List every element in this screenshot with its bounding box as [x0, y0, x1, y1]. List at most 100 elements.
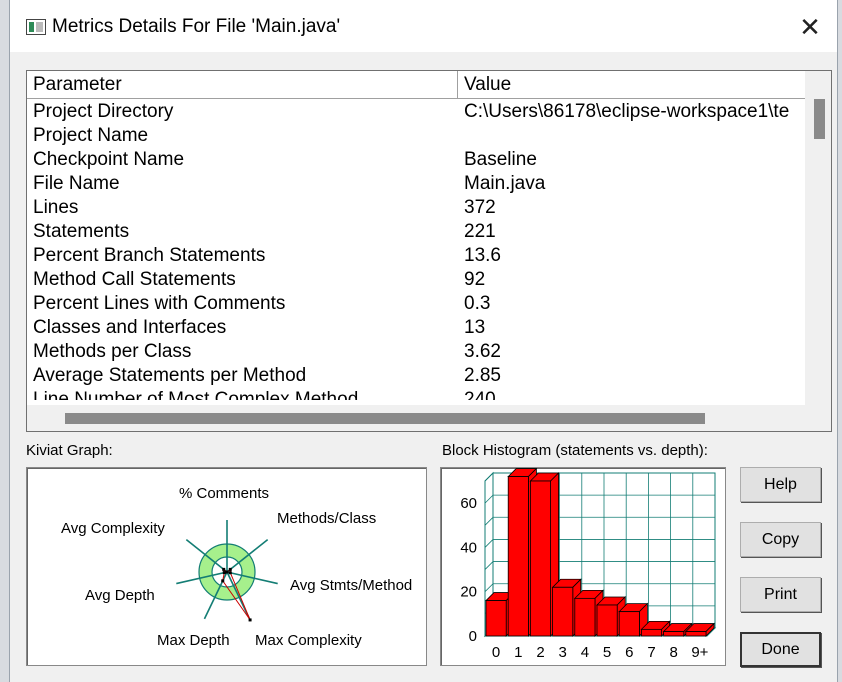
done-button[interactable]: Done: [740, 632, 821, 667]
value-cell: 2.85: [464, 365, 501, 386]
value-cell: Baseline: [464, 149, 537, 170]
histogram-bar: [574, 597, 596, 637]
block-histogram-canvas: 0 1 2 3 4 5 6 7 8 9+0204060: [460, 467, 717, 661]
histogram-label: Block Histogram (statements vs. depth):: [442, 442, 708, 459]
histogram-bar: [552, 586, 574, 637]
kiviat-data-point: [228, 567, 232, 571]
value-cell: 92: [464, 269, 486, 290]
table-row[interactable]: File Name Main.java: [27, 172, 805, 196]
kiviat-axis-label: Avg Complexity: [61, 520, 165, 537]
vertical-scrollbar[interactable]: [805, 71, 831, 405]
table-row[interactable]: Classes and Interfaces 13: [27, 316, 805, 340]
histogram-x-tick-label: 7: [647, 644, 655, 661]
kiviat-data-point: [248, 618, 252, 622]
histogram-x-tick-label: 9+: [691, 644, 708, 661]
value-cell: Main.java: [464, 173, 546, 194]
table-row[interactable]: Average Statements per Method 2.85: [27, 364, 805, 388]
parameter-cell: Classes and Interfaces: [33, 317, 227, 338]
histogram-bar: [507, 476, 529, 637]
horizontal-scrollbar[interactable]: [27, 405, 831, 431]
vertical-scroll-thumb[interactable]: [814, 99, 825, 139]
table-row[interactable]: Method Call Statements 92: [27, 268, 805, 292]
value-cell: 13: [464, 317, 486, 338]
histogram-x-tick-label: 0: [492, 644, 500, 661]
kiviat-axis-label: Max Complexity: [255, 632, 362, 649]
metrics-details-dialog: Metrics Details For File 'Main.java' ✕ P…: [9, 0, 838, 682]
value-cell: 13.6: [464, 245, 501, 266]
parameter-cell: Line Number of Most Complex Method: [33, 389, 359, 400]
histogram-bar: [618, 611, 640, 637]
histogram-x-tick-label: 6: [625, 644, 633, 661]
histogram-bar: [640, 628, 662, 637]
parameter-cell: Lines: [33, 197, 79, 218]
histogram-x-tick-label: 2: [536, 644, 544, 661]
kiviat-graph: % Comments Methods/Class Avg Stmts/Method M…: [26, 467, 427, 666]
parameter-cell: Method Call Statements: [33, 269, 236, 290]
parameter-cell: Project Directory: [33, 101, 174, 122]
horizontal-scroll-thumb[interactable]: [65, 413, 705, 424]
table-row[interactable]: Statements 221: [27, 220, 805, 244]
parameter-cell: Project Name: [33, 125, 149, 146]
kiviat-axis-label: % Comments: [179, 485, 269, 502]
table-header: Parameter Value: [27, 71, 805, 99]
value-cell: 0.3: [464, 293, 491, 314]
table-body: Project Directory C:\Users\86178\eclipse-…: [27, 100, 805, 400]
parameter-cell: Percent Lines with Comments: [33, 293, 286, 314]
parameter-cell: Average Statements per Method: [33, 365, 307, 386]
histogram-x-tick-label: 8: [670, 644, 678, 661]
scroll-corner: [805, 405, 831, 431]
column-header-parameter[interactable]: Parameter: [27, 71, 458, 99]
kiviat-axis-label: Avg Depth: [85, 587, 155, 604]
kiviat-data-point: [225, 570, 229, 574]
histogram-bar: [596, 604, 618, 637]
print-button[interactable]: Print: [740, 577, 821, 612]
kiviat-graph-canvas: % Comments Methods/Class Avg Stmts/Method M…: [61, 485, 412, 649]
kiviat-data-point: [222, 571, 226, 575]
histogram-x-tick-label: 3: [559, 644, 567, 661]
table-row[interactable]: Percent Branch Statements 13.6: [27, 244, 805, 268]
histogram-x-tick-label: 1: [514, 644, 522, 661]
column-header-value[interactable]: Value: [458, 71, 805, 99]
histogram-x-tick-label: 5: [603, 644, 611, 661]
parameter-cell: Methods per Class: [33, 341, 192, 362]
copy-button[interactable]: Copy: [740, 522, 821, 557]
histogram-bar: [530, 480, 552, 637]
histogram-bar: [485, 600, 507, 637]
histogram-y-tick-label: 40: [460, 539, 477, 556]
table-row[interactable]: Project Name: [27, 124, 805, 148]
value-cell: 372: [464, 197, 496, 218]
kiviat-data-point: [221, 579, 225, 583]
kiviat-graph-label: Kiviat Graph:: [26, 442, 113, 459]
value-cell: 240: [464, 389, 496, 400]
histogram-bar: [685, 631, 707, 637]
app-icon: [26, 19, 46, 35]
table-row[interactable]: Lines 372: [27, 196, 805, 220]
help-button[interactable]: Help: [740, 467, 821, 502]
kiviat-data-point: [222, 567, 226, 571]
parameter-cell: File Name: [33, 173, 120, 194]
title-bar[interactable]: Metrics Details For File 'Main.java' ✕: [10, 0, 837, 52]
histogram-x-tick-label: 4: [581, 644, 589, 661]
histogram-y-tick-label: 60: [460, 495, 477, 512]
table-row[interactable]: Line Number of Most Complex Method 240: [27, 388, 805, 400]
table-row[interactable]: Percent Lines with Comments 0.3: [27, 292, 805, 316]
kiviat-axis-label: Avg Stmts/Method: [290, 577, 412, 594]
value-cell: C:\Users\86178\eclipse-workspace1\te: [464, 101, 790, 122]
close-button[interactable]: ✕: [795, 12, 825, 42]
parameter-cell: Checkpoint Name: [33, 149, 185, 170]
window-title: Metrics Details For File 'Main.java': [52, 16, 341, 37]
metrics-table[interactable]: Parameter Value Project Directory C:\User…: [26, 70, 832, 432]
table-row[interactable]: Project Directory C:\Users\86178\eclipse-…: [27, 100, 805, 124]
parameter-cell: Percent Branch Statements: [33, 245, 266, 266]
kiviat-axis-label: Max Depth: [157, 632, 230, 649]
block-histogram: 0 1 2 3 4 5 6 7 8 9+ 0 20 40 60: [440, 467, 726, 666]
value-cell: 221: [464, 221, 496, 242]
histogram-bar: [663, 631, 685, 637]
parameter-cell: Statements: [33, 221, 130, 242]
table-row[interactable]: Checkpoint Name Baseline: [27, 148, 805, 172]
histogram-y-tick-label: 20: [460, 584, 477, 601]
histogram-y-tick-label: 0: [469, 628, 477, 645]
table-row[interactable]: Methods per Class 3.62: [27, 340, 805, 364]
kiviat-data-point: [228, 571, 232, 575]
kiviat-axis-label: Methods/Class: [277, 510, 376, 527]
